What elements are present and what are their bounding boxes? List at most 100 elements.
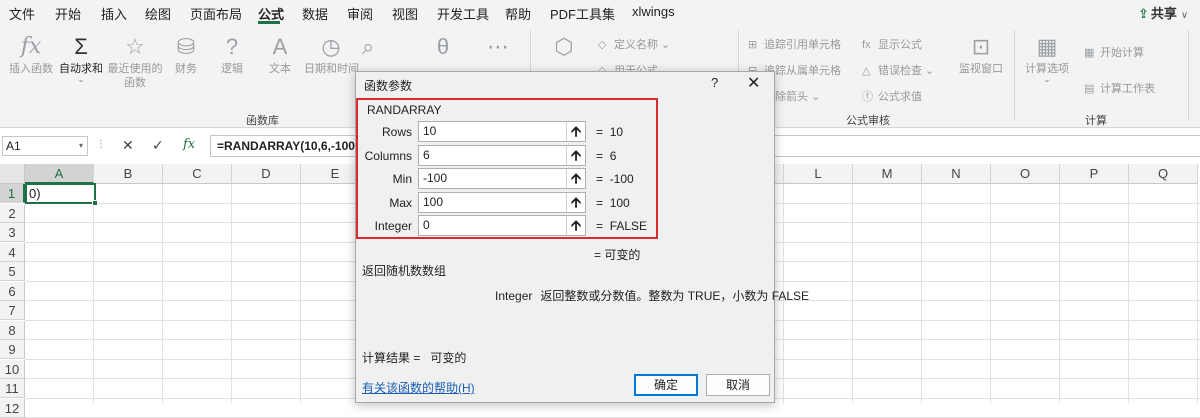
recent-functions-label: 最近使用的函数 — [107, 63, 163, 89]
error-check-icon: △ — [862, 65, 871, 77]
row-header-7[interactable]: 7 — [0, 301, 25, 320]
column-header-c[interactable]: C — [163, 164, 232, 184]
show-formulas-icon: fx — [862, 39, 871, 51]
row-header-2[interactable]: 2 — [0, 203, 25, 223]
column-header-p[interactable]: P — [1060, 164, 1129, 184]
grid-line — [852, 184, 853, 403]
drag-handle-icon[interactable]: ⋮ — [96, 139, 106, 150]
trace-precedents-button[interactable]: ⊞ 追踪引用单元格 — [748, 36, 841, 52]
calculation-group-label: 计算 — [1085, 115, 1107, 127]
dialog-title: 函数参数 — [364, 79, 413, 93]
evaluate-icon: ⓕ — [862, 91, 873, 103]
calc-sheet-label: 计算工作表 — [1100, 83, 1155, 95]
cell-a1[interactable]: 0) — [25, 183, 98, 206]
calculation-options-button[interactable]: ▦ 计算选项 ⌄ — [1022, 32, 1072, 84]
column-header-o[interactable]: O — [991, 164, 1060, 184]
calc-result-value: 可变的 — [430, 351, 467, 365]
column-header-a[interactable]: A — [25, 164, 94, 184]
evaluate-label: 公式求值 — [878, 91, 922, 103]
menu-draw[interactable]: 绘图 — [145, 4, 171, 23]
row-header-11[interactable]: 11 — [0, 379, 25, 398]
enter-check-icon[interactable]: ✓ — [152, 137, 164, 154]
financial-button[interactable]: ⛁ 财务 — [168, 32, 204, 76]
menu-page-layout[interactable]: 页面布局 — [190, 4, 242, 23]
fx-icon: fx — [20, 34, 42, 59]
menu-home[interactable]: 开始 — [55, 4, 81, 23]
name-box[interactable]: A1 ▾ — [2, 136, 88, 156]
menu-developer[interactable]: 开发工具 — [437, 4, 489, 23]
column-header-m[interactable]: M — [853, 164, 922, 184]
row-header-12[interactable]: 12 — [0, 398, 25, 418]
group-divider — [1014, 30, 1015, 120]
name-manager-button[interactable]: ⬡ — [542, 32, 586, 62]
datetime-button[interactable]: ◷ 日期和时间 — [304, 32, 359, 76]
function-library-group-label: 函数库 — [246, 115, 279, 127]
cancel-button[interactable]: 取消 — [706, 374, 770, 396]
logical-button[interactable]: ? 逻辑 — [214, 32, 250, 76]
fill-handle[interactable] — [92, 200, 98, 206]
select-all-corner[interactable] — [0, 164, 25, 184]
grid-line — [921, 184, 922, 403]
financial-label: 财务 — [175, 63, 197, 75]
share-button[interactable]: ⇪ 共享 ∨ — [1138, 3, 1188, 22]
name-box-value: A1 — [6, 139, 21, 153]
row-header-9[interactable]: 9 — [0, 340, 25, 359]
calculate-sheet-button[interactable]: ▤ 计算工作表 — [1084, 80, 1155, 96]
share-icon: ⇪ — [1138, 6, 1149, 21]
function-description: 返回随机数数组 — [362, 264, 447, 278]
column-header-d[interactable]: D — [232, 164, 301, 184]
function-help-link[interactable]: 有关该函数的帮助(H) — [362, 379, 475, 396]
text-label: 文本 — [269, 63, 291, 75]
cell-a1-value: 0) — [29, 186, 41, 201]
menu-review[interactable]: 审阅 — [347, 4, 373, 23]
error-check-label: 错误检查 — [878, 65, 922, 77]
autosum-label: 自动求和 — [59, 63, 103, 75]
group-divider — [1188, 30, 1189, 120]
column-header-q[interactable]: Q — [1129, 164, 1198, 184]
menu-insert[interactable]: 插入 — [101, 4, 127, 23]
menu-help[interactable]: 帮助 — [505, 4, 531, 23]
logical-label: 逻辑 — [221, 63, 243, 75]
sigma-icon: Σ — [74, 34, 88, 59]
calc-now-label: 开始计算 — [1100, 47, 1144, 59]
row-header-6[interactable]: 6 — [0, 281, 25, 301]
menu-file[interactable]: 文件 — [9, 4, 35, 23]
column-header-b[interactable]: B — [94, 164, 163, 184]
menu-xlwings[interactable]: xlwings — [632, 4, 675, 19]
math-button[interactable]: θ — [420, 32, 466, 62]
menu-view[interactable]: 视图 — [392, 4, 418, 23]
row-header-10[interactable]: 10 — [0, 359, 25, 379]
insert-function-button[interactable]: fx 插入函数 — [6, 32, 56, 76]
recent-functions-button[interactable]: ☆ 最近使用的函数 — [106, 32, 164, 90]
show-formulas-button[interactable]: fx 显示公式 — [862, 36, 922, 52]
ok-button[interactable]: 确定 — [634, 374, 698, 396]
calc-sheet-icon: ▤ — [1084, 83, 1095, 95]
argument-description: Integer 返回整数或分数值。整数为 TRUE，小数为 FALSE — [495, 287, 809, 304]
autosum-button[interactable]: Σ 自动求和 ⌄ — [58, 32, 104, 84]
menu-pdf-tools[interactable]: PDF工具集 — [550, 4, 615, 23]
menu-bar: 文件 开始 插入 绘图 页面布局 公式 数据 审阅 视图 开发工具 帮助 PDF… — [0, 0, 1200, 24]
define-name-button[interactable]: ◇ 定义名称 ⌄ — [598, 36, 670, 52]
help-question-icon[interactable]: ? — [711, 75, 718, 90]
more-functions-button[interactable]: ⋯ — [478, 32, 518, 62]
row-header-1[interactable]: 1 — [0, 184, 25, 203]
watch-window-button[interactable]: ⊡ 监视窗口 — [956, 32, 1006, 76]
text-a-icon: A — [272, 34, 288, 59]
grid-line — [1128, 184, 1129, 403]
menu-data[interactable]: 数据 — [302, 4, 328, 23]
column-header-l[interactable]: L — [784, 164, 853, 184]
close-icon[interactable]: ✕ — [747, 73, 760, 93]
text-button[interactable]: A 文本 — [262, 32, 298, 76]
insert-function-fx-icon[interactable]: fx — [183, 137, 195, 152]
column-header-n[interactable]: N — [922, 164, 991, 184]
calculate-now-button[interactable]: ▦ 开始计算 — [1084, 44, 1144, 60]
row-header-8[interactable]: 8 — [0, 320, 25, 340]
trace-precedents-icon: ⊞ — [748, 39, 758, 51]
cancel-icon[interactable]: ✕ — [122, 137, 134, 154]
error-checking-button[interactable]: △ 错误检查 ⌄ — [862, 62, 934, 78]
evaluate-formula-button[interactable]: ⓕ 公式求值 — [862, 88, 922, 104]
row-header-5[interactable]: 5 — [0, 262, 25, 281]
insert-function-label: 插入函数 — [9, 63, 53, 75]
row-header-4[interactable]: 4 — [0, 242, 25, 262]
row-header-3[interactable]: 3 — [0, 223, 25, 242]
